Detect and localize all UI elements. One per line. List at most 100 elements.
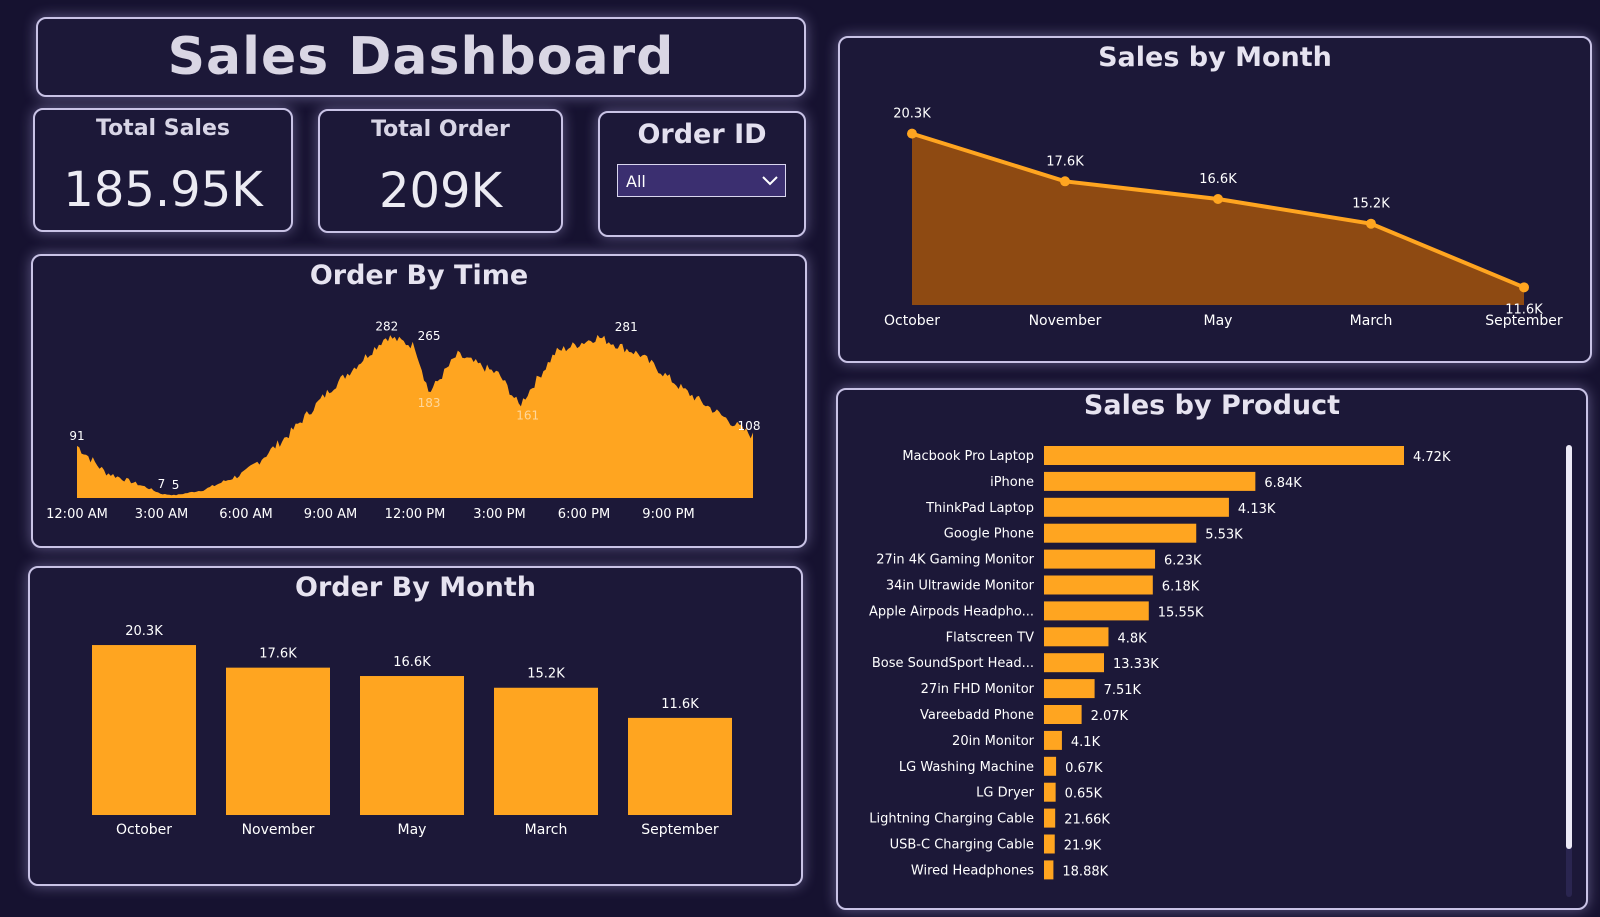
data-label: 20.3K	[893, 107, 931, 122]
product-label: 27in FHD Monitor	[921, 682, 1035, 697]
bar-value-label: 15.2K	[527, 667, 565, 682]
order-by-time-area	[77, 334, 753, 498]
product-bar	[1044, 860, 1054, 880]
data-label: 17.6K	[1046, 154, 1084, 169]
x-tick-label: 3:00 AM	[135, 507, 188, 522]
product-label: LG Washing Machine	[899, 760, 1034, 775]
x-tick-label: 9:00 PM	[642, 507, 694, 522]
product-bar	[1044, 575, 1153, 595]
product-label: 34in Ultrawide Monitor	[886, 579, 1035, 594]
title-card: Sales Dashboard	[36, 17, 806, 97]
data-label: 91	[69, 429, 84, 443]
sales-by-product-chart: Macbook Pro Laptop 4.72K iPhone 6.84K ThinkP…	[869, 446, 1451, 880]
scrollbar-thumb[interactable]	[1566, 445, 1572, 849]
bar-value-label: 4.8K	[1117, 631, 1147, 646]
bar-value-label: 16.6K	[393, 655, 431, 670]
x-tick-label: March	[1350, 313, 1393, 329]
order-id-selected-value: All	[626, 172, 646, 191]
month-bar	[628, 717, 732, 815]
product-bar	[1044, 679, 1095, 699]
x-tick-label: September	[641, 822, 719, 838]
x-tick-label: 3:00 PM	[473, 507, 525, 522]
product-bar	[1044, 756, 1057, 776]
product-label: Bose SoundSport Head...	[872, 656, 1034, 671]
bar-value-label: 20.3K	[125, 624, 163, 639]
product-label: Google Phone	[944, 527, 1034, 542]
sales-point	[1213, 193, 1223, 204]
product-label: USB-C Charging Cable	[890, 838, 1034, 853]
x-tick-label: 12:00 AM	[46, 507, 108, 522]
bar-value-label: 18.88K	[1062, 864, 1108, 879]
product-label: Lightning Charging Cable	[869, 812, 1034, 827]
x-tick-label: November	[1029, 313, 1102, 329]
product-bar	[1044, 471, 1256, 491]
product-bar	[1044, 834, 1055, 854]
product-list-scrollbar[interactable]	[1566, 445, 1572, 897]
bar-value-label: 4.1K	[1071, 735, 1101, 750]
product-bar	[1044, 808, 1056, 828]
product-label: Flatscreen TV	[946, 630, 1034, 645]
product-bar	[1044, 653, 1104, 673]
product-bar	[1044, 601, 1149, 621]
product-label: Macbook Pro Laptop	[902, 449, 1034, 464]
product-bar	[1044, 549, 1156, 569]
total-order-value: 209K	[378, 163, 503, 219]
data-label: 5	[172, 478, 180, 492]
product-label: ThinkPad Laptop	[925, 501, 1034, 516]
sales-point	[1060, 176, 1070, 187]
product-bar	[1044, 730, 1062, 750]
month-bar	[92, 645, 196, 815]
page-title: Sales Dashboard	[167, 27, 675, 87]
product-label: Apple Airpods Headpho...	[869, 604, 1034, 619]
product-bar	[1044, 446, 1404, 465]
order-by-time-chart: 12:00 AM 3:00 AM 6:00 AM 9:00 AM 12:00 PM 3:0…	[46, 319, 760, 522]
total-sales-card: Total Sales 185.95K	[33, 108, 293, 232]
order-id-filter-card: Order ID All	[598, 111, 806, 237]
bar-value-label: 6.84K	[1264, 476, 1302, 491]
x-tick-label: 9:00 AM	[304, 507, 357, 522]
product-label: 20in Monitor	[952, 734, 1035, 749]
bar-value-label: 7.51K	[1104, 683, 1142, 698]
bar-value-label: 0.65K	[1065, 787, 1103, 802]
product-bar	[1044, 497, 1229, 517]
sales-by-month-panel: Sales by Month 20.3K October 17.6K November…	[838, 36, 1592, 363]
product-label: Wired Headphones	[911, 863, 1034, 878]
total-sales-label: Total Sales	[95, 116, 230, 141]
product-bar	[1044, 782, 1056, 802]
bar-value-label: 4.72K	[1413, 450, 1451, 465]
bar-value-label: 4.13K	[1238, 502, 1276, 517]
total-order-label: Total Order	[371, 117, 510, 142]
bar-value-label: 21.66K	[1064, 813, 1110, 828]
bar-value-label: 6.18K	[1162, 580, 1200, 595]
order-by-month-chart: 20.3K October 17.6K November 16.6K May 15.2K Ma…	[92, 624, 732, 838]
data-label: 161	[516, 409, 539, 423]
sales-by-month-chart: 20.3K October 17.6K November 16.6K May 15.2K Ma…	[884, 107, 1563, 329]
data-label: 15.2K	[1352, 197, 1390, 212]
product-label: Vareebadd Phone	[920, 708, 1034, 723]
bar-value-label: 17.6K	[259, 647, 297, 662]
data-label: 16.6K	[1199, 172, 1237, 187]
order-id-filter-label: Order ID	[637, 119, 767, 150]
x-tick-label: May	[398, 822, 427, 838]
bar-value-label: 0.67K	[1065, 761, 1103, 776]
bar-value-label: 6.23K	[1164, 554, 1202, 569]
data-label: 282	[375, 319, 398, 333]
product-bar	[1044, 627, 1109, 647]
product-label: 27in 4K Gaming Monitor	[876, 553, 1034, 568]
chevron-down-icon	[762, 176, 778, 186]
x-tick-label: 12:00 PM	[385, 507, 446, 522]
total-sales-value: 185.95K	[63, 162, 263, 218]
order-id-dropdown[interactable]: All	[617, 164, 786, 197]
total-order-card: Total Order 209K	[318, 109, 563, 233]
x-tick-label: October	[884, 313, 940, 329]
sales-by-product-panel: Sales by Product Macbook Pro Laptop 4.72K…	[836, 388, 1588, 910]
order-by-month-panel: Order By Month 20.3K October 17.6K November…	[28, 566, 803, 886]
x-tick-label: November	[242, 822, 315, 838]
sales-point	[1366, 218, 1376, 229]
product-label: iPhone	[990, 475, 1034, 490]
data-label: 265	[418, 329, 441, 343]
month-bar	[226, 667, 330, 815]
bar-value-label: 11.6K	[661, 697, 699, 712]
bar-value-label: 15.55K	[1158, 605, 1204, 620]
x-tick-label: March	[525, 822, 568, 838]
